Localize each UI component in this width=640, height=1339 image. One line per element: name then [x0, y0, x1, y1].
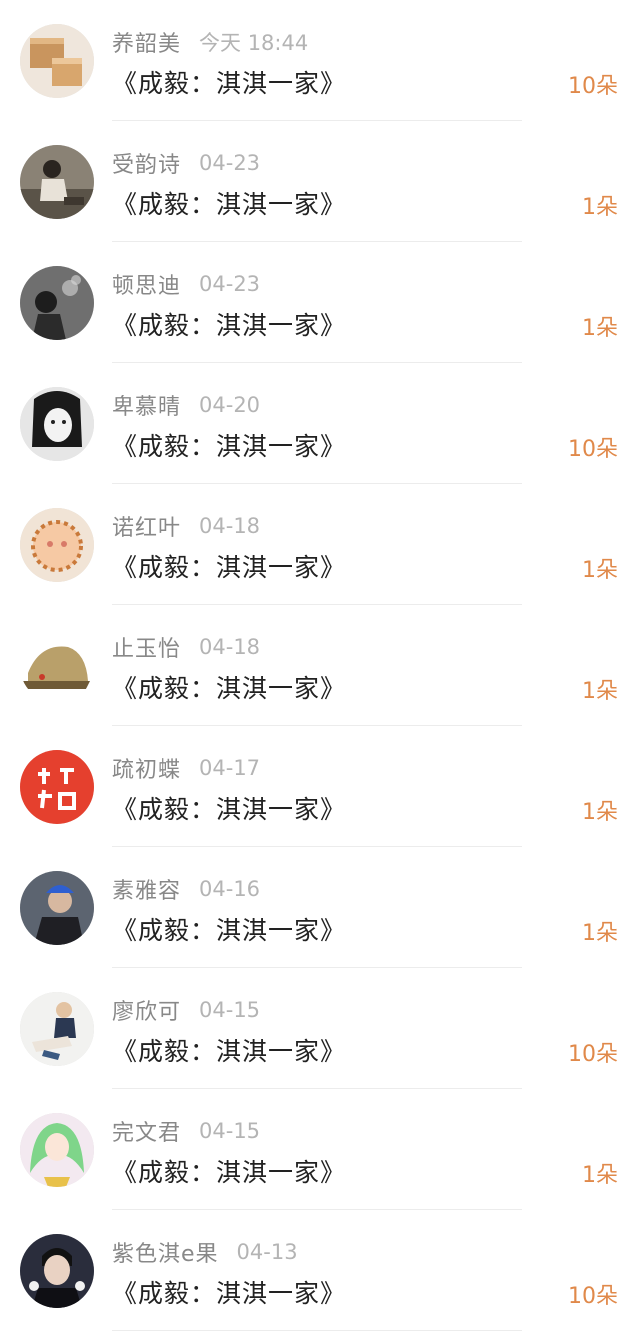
work-title[interactable]: 《成毅：淇淇一家》 [112, 427, 346, 463]
flower-count: 1朵 [582, 800, 618, 825]
work-title[interactable]: 《成毅：淇淇一家》 [112, 1153, 346, 1189]
user-name[interactable]: 廖欣可 [112, 994, 181, 1026]
avatar[interactable] [20, 629, 94, 703]
flower-count: 1朵 [582, 558, 618, 583]
work-title[interactable]: 《成毅：淇淇一家》 [112, 669, 346, 705]
list-item[interactable]: 诺红叶 04-18 《成毅：淇淇一家》 1朵 [0, 484, 640, 605]
work-title[interactable]: 《成毅：淇淇一家》 [112, 1032, 346, 1068]
work-title[interactable]: 《成毅：淇淇一家》 [112, 64, 346, 100]
flower-count: 1朵 [582, 195, 618, 220]
user-name[interactable]: 疏初蝶 [112, 752, 181, 784]
military-cap-icon [20, 629, 94, 703]
timestamp: 04-16 [199, 877, 261, 901]
user-name[interactable]: 养韶美 [112, 26, 181, 58]
woman-sitting-photo-icon [20, 145, 94, 219]
flower-count: 1朵 [582, 921, 618, 946]
avatar[interactable] [20, 1234, 94, 1308]
timestamp: 04-13 [236, 1240, 298, 1264]
flower-count: 10朵 [568, 1042, 618, 1067]
user-name[interactable]: 完文君 [112, 1115, 181, 1147]
green-hair-anime-icon [20, 1113, 94, 1187]
work-title[interactable]: 《成毅：淇淇一家》 [112, 185, 346, 221]
flower-count: 10朵 [568, 74, 618, 99]
timestamp: 04-15 [199, 1119, 261, 1143]
list-item[interactable]: 素雅容 04-16 《成毅：淇淇一家》 1朵 [0, 847, 640, 968]
list-item[interactable]: 顿思迪 04-23 《成毅：淇淇一家》 1朵 [0, 242, 640, 363]
timestamp: 04-20 [199, 393, 261, 417]
list-item[interactable]: 养韶美 今天 18:44 《成毅：淇淇一家》 10朵 [0, 0, 640, 121]
avatar[interactable] [20, 750, 94, 824]
avatar[interactable] [20, 1113, 94, 1187]
user-name[interactable]: 顿思迪 [112, 268, 181, 300]
flower-count: 10朵 [568, 437, 618, 462]
flower-count: 1朵 [582, 316, 618, 341]
flower-count: 1朵 [582, 1163, 618, 1188]
wooden-box-photo-icon [20, 24, 94, 98]
man-portrait-dark-icon [20, 1234, 94, 1308]
avatar[interactable] [20, 387, 94, 461]
timestamp: 04-23 [199, 151, 261, 175]
avatar[interactable] [20, 145, 94, 219]
work-title[interactable]: 《成毅：淇淇一家》 [112, 790, 346, 826]
user-name[interactable]: 卑慕晴 [112, 389, 181, 421]
avatar[interactable] [20, 871, 94, 945]
gift-record-list: 养韶美 今天 18:44 《成毅：淇淇一家》 10朵 受韵诗 04-23 《成毅… [0, 0, 640, 1331]
user-name[interactable]: 止玉怡 [112, 631, 181, 663]
user-name[interactable]: 受韵诗 [112, 147, 181, 179]
list-item[interactable]: 卑慕晴 04-20 《成毅：淇淇一家》 10朵 [0, 363, 640, 484]
list-item[interactable]: 受韵诗 04-23 《成毅：淇淇一家》 1朵 [0, 121, 640, 242]
avatar[interactable] [20, 24, 94, 98]
timestamp: 04-15 [199, 998, 261, 1022]
work-title[interactable]: 《成毅：淇淇一家》 [112, 911, 346, 947]
list-item[interactable]: 止玉怡 04-18 《成毅：淇淇一家》 1朵 [0, 605, 640, 726]
man-smoking-photo-icon [20, 266, 94, 340]
flower-count: 1朵 [582, 679, 618, 704]
work-title[interactable]: 《成毅：淇淇一家》 [112, 548, 346, 584]
user-name[interactable]: 紫色淇e果 [112, 1236, 219, 1268]
cartoon-face-icon [20, 508, 94, 582]
user-name[interactable]: 诺红叶 [112, 510, 181, 542]
timestamp: 04-17 [199, 756, 261, 780]
avatar[interactable] [20, 266, 94, 340]
woman-portrait-bw-icon [20, 387, 94, 461]
avatar[interactable] [20, 992, 94, 1066]
list-item[interactable]: 完文君 04-15 《成毅：淇淇一家》 1朵 [0, 1089, 640, 1210]
flower-count: 10朵 [568, 1284, 618, 1309]
work-title[interactable]: 《成毅：淇淇一家》 [112, 1274, 346, 1310]
timestamp: 04-23 [199, 272, 261, 296]
list-item[interactable]: 廖欣可 04-15 《成毅：淇淇一家》 10朵 [0, 968, 640, 1089]
timestamp: 04-18 [199, 514, 261, 538]
timestamp: 今天 18:44 [199, 31, 309, 55]
user-name[interactable]: 素雅容 [112, 873, 181, 905]
person-blue-cap-icon [20, 871, 94, 945]
timestamp: 04-18 [199, 635, 261, 659]
list-item[interactable]: 紫色淇e果 04-13 《成毅：淇淇一家》 10朵 [0, 1210, 640, 1331]
work-title[interactable]: 《成毅：淇淇一家》 [112, 306, 346, 342]
person-sitting-icon [20, 992, 94, 1066]
list-item[interactable]: 疏初蝶 04-17 《成毅：淇淇一家》 1朵 [0, 726, 640, 847]
avatar[interactable] [20, 508, 94, 582]
exam-cheer-badge-icon [20, 750, 94, 824]
divider [112, 1330, 522, 1331]
